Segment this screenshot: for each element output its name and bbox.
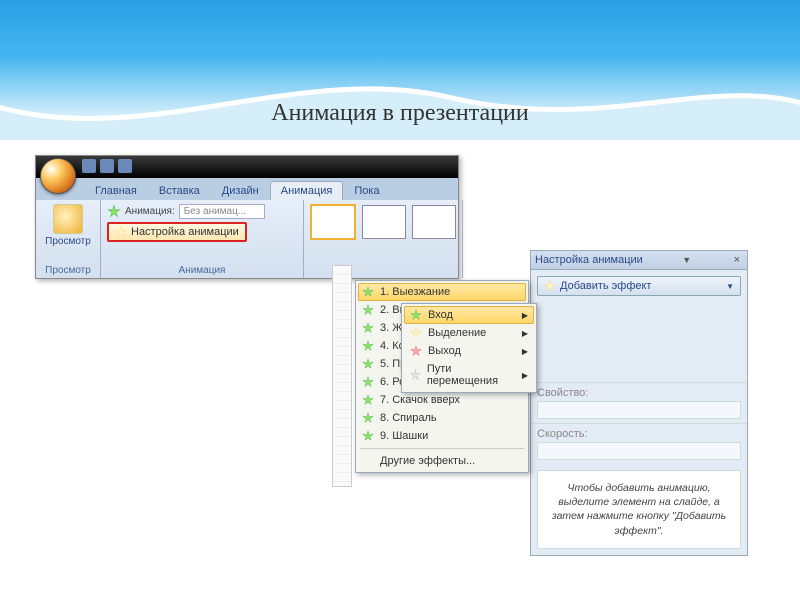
entrance-item-8[interactable]: 8. Спираль xyxy=(358,409,526,427)
custom-animation-label: Настройка анимации xyxy=(131,226,239,238)
ribbon-tabs: Главная Вставка Дизайн Анимация Пока xyxy=(36,178,458,200)
exit-icon xyxy=(410,345,422,357)
taskpane-title: Настройка анимации xyxy=(535,254,643,266)
group-transition xyxy=(304,200,463,278)
add-effect-button[interactable]: Добавить эффект ▼ xyxy=(537,276,741,296)
taskpane-menu-dropdown-icon[interactable]: ▼ xyxy=(682,255,691,265)
entrance-item-1[interactable]: 1. Выезжание xyxy=(358,283,526,301)
animate-icon xyxy=(107,205,121,219)
office-button[interactable] xyxy=(40,158,76,194)
speed-section: Скорость: xyxy=(531,423,747,464)
taskpane-header: Настройка анимации ▼ × xyxy=(531,251,747,270)
entrance-item-9-label: 9. Шашки xyxy=(380,430,428,442)
group-animation-label: Анимация xyxy=(107,263,297,276)
group-preview-label: Просмотр xyxy=(42,263,94,276)
effect-icon xyxy=(362,430,374,442)
preview-icon xyxy=(53,204,83,234)
transition-thumb-3[interactable] xyxy=(412,205,456,239)
animate-label: Анимация: xyxy=(125,206,175,217)
more-effects-label: Другие эффекты... xyxy=(380,455,475,467)
menu-exit-label: Выход xyxy=(428,345,461,357)
entrance-item-7[interactable]: 7. Скачок вверх xyxy=(358,391,526,409)
animate-combo[interactable]: Без анимац... xyxy=(179,204,265,219)
qat-save-icon[interactable] xyxy=(82,159,96,173)
chevron-right-icon: ▶ xyxy=(522,371,528,380)
more-effects-item[interactable]: Другие эффекты... xyxy=(358,452,526,470)
group-animation: Анимация: Без анимац... Настройка анимац… xyxy=(101,200,304,278)
effect-icon xyxy=(362,376,374,388)
menu-exit[interactable]: Выход ▶ xyxy=(404,342,534,360)
window-titlebar xyxy=(36,156,458,178)
menu-separator xyxy=(360,448,524,449)
chevron-right-icon: ▶ xyxy=(522,347,528,356)
entrance-item-1-label: 1. Выезжание xyxy=(380,286,450,298)
effect-icon xyxy=(362,340,374,352)
tab-insert[interactable]: Вставка xyxy=(148,181,211,200)
add-effect-label: Добавить эффект xyxy=(560,280,651,292)
qat-redo-icon[interactable] xyxy=(118,159,132,173)
effect-icon xyxy=(362,394,374,406)
vertical-ruler xyxy=(332,265,352,487)
preview-button[interactable]: Просмотр xyxy=(42,204,94,247)
menu-entrance[interactable]: Вход ▶ xyxy=(404,306,534,324)
property-field[interactable] xyxy=(537,401,741,419)
custom-animation-button[interactable]: Настройка анимации xyxy=(107,222,247,242)
speed-label: Скорость: xyxy=(537,428,588,440)
menu-emphasis-label: Выделение xyxy=(428,327,486,339)
entrance-icon xyxy=(410,309,422,321)
motion-icon xyxy=(410,369,421,381)
effect-icon xyxy=(362,322,374,334)
effect-icon xyxy=(362,412,374,424)
qat-undo-icon[interactable] xyxy=(100,159,114,173)
chevron-right-icon: ▶ xyxy=(522,329,528,338)
preview-button-label: Просмотр xyxy=(45,236,91,247)
chevron-right-icon: ▶ xyxy=(522,311,528,320)
menu-motion-paths[interactable]: Пути перемещения ▶ xyxy=(404,360,534,390)
menu-emphasis[interactable]: Выделение ▶ xyxy=(404,324,534,342)
effect-category-menu: Вход ▶ Выделение ▶ Выход ▶ Пути перемещения… xyxy=(401,303,537,393)
custom-animation-icon xyxy=(115,226,127,238)
entrance-item-9[interactable]: 9. Шашки xyxy=(358,427,526,445)
transition-thumb-2[interactable] xyxy=(362,205,406,239)
group-preview: Просмотр Просмотр xyxy=(36,200,101,278)
tab-home[interactable]: Главная xyxy=(84,181,148,200)
emphasis-icon xyxy=(410,327,422,339)
property-label: Свойство: xyxy=(537,387,588,399)
tab-slideshow[interactable]: Пока xyxy=(343,181,390,200)
entrance-item-8-label: 8. Спираль xyxy=(380,412,437,424)
effect-icon xyxy=(362,358,374,370)
tab-animation[interactable]: Анимация xyxy=(270,181,344,200)
slide-title: Анимация в презентации xyxy=(0,100,800,127)
quick-access-toolbar xyxy=(82,159,132,173)
powerpoint-ribbon-window: Главная Вставка Дизайн Анимация Пока Про… xyxy=(35,155,459,279)
transition-none-thumb[interactable] xyxy=(310,204,356,240)
entrance-item-7-label: 7. Скачок вверх xyxy=(380,394,460,406)
menu-motion-label: Пути перемещения xyxy=(427,363,516,387)
property-section: Свойство: xyxy=(531,382,747,423)
speed-field[interactable] xyxy=(537,442,741,460)
hint-text: Чтобы добавить анимацию, выделите элемен… xyxy=(537,470,741,549)
tab-design[interactable]: Дизайн xyxy=(211,181,270,200)
effect-icon xyxy=(362,286,374,298)
menu-entrance-label: Вход xyxy=(428,309,453,321)
chevron-down-icon: ▼ xyxy=(726,282,734,291)
add-effect-icon xyxy=(544,280,556,292)
taskpane-close-button[interactable]: × xyxy=(731,254,743,266)
effect-icon xyxy=(362,304,374,316)
custom-animation-taskpane: Настройка анимации ▼ × Добавить эффект ▼… xyxy=(530,250,748,556)
ribbon-body: Просмотр Просмотр Анимация: Без анимац..… xyxy=(36,200,458,278)
